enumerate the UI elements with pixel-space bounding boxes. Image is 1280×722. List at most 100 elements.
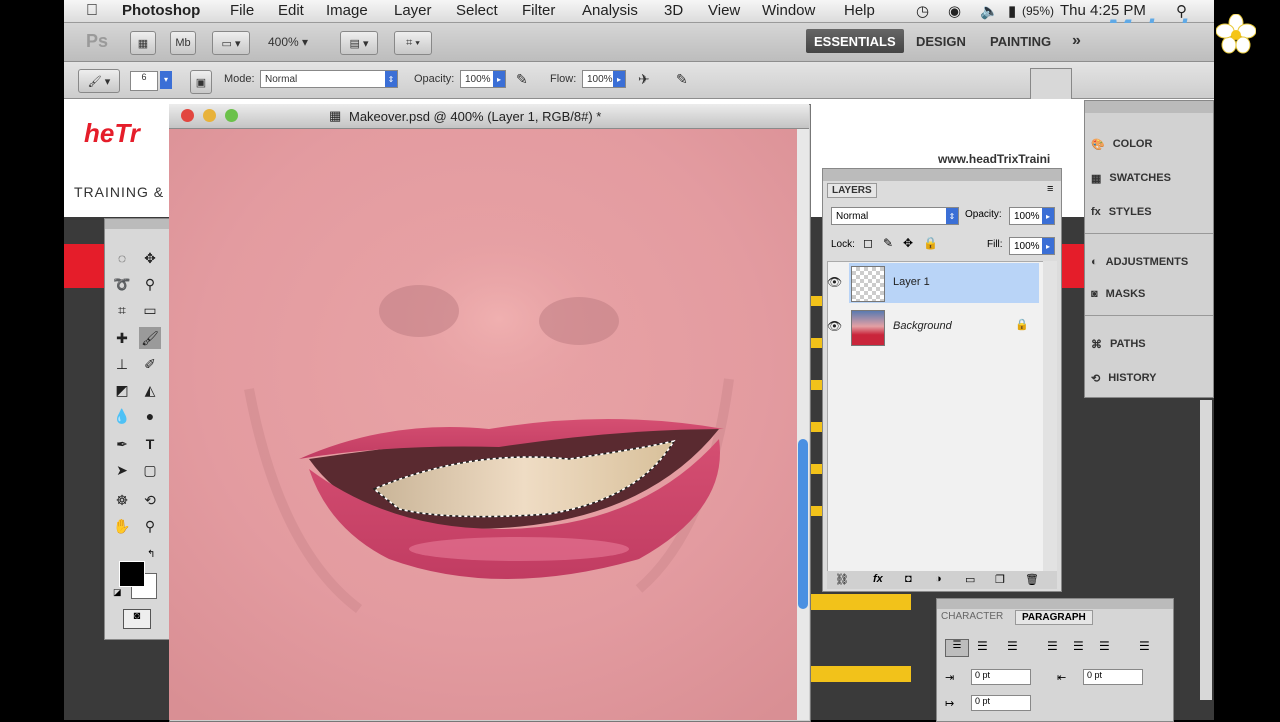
wifi-icon[interactable]: ◉: [948, 2, 961, 20]
move-tool-icon[interactable]: ✥: [139, 247, 161, 269]
menu-select[interactable]: Select: [456, 2, 498, 19]
scrollbar-thumb[interactable]: [798, 439, 808, 609]
minimize-window-button[interactable]: [203, 109, 216, 122]
menu-analysis[interactable]: Analysis: [582, 2, 638, 19]
volume-icon[interactable]: 🔈: [980, 2, 999, 20]
lock-transparent-icon[interactable]: ◻: [863, 236, 873, 250]
panel-paths[interactable]: ⌘ PATHS: [1091, 333, 1146, 355]
default-colors-icon[interactable]: ◪: [113, 587, 122, 598]
panel-adjustments[interactable]: ◐ ADJUSTMENTS: [1091, 251, 1188, 273]
tool-preset-picker[interactable]: 🖌 ▾: [78, 69, 120, 93]
type-tool-icon[interactable]: T: [139, 433, 161, 455]
airbrush-pressure-icon[interactable]: ✎: [516, 71, 528, 88]
layers-scrollbar[interactable]: [1043, 261, 1057, 571]
mode-select[interactable]: Normal ⇕: [260, 70, 398, 88]
quick-selection-tool-icon[interactable]: ⚲: [139, 273, 161, 295]
menu-window[interactable]: Window: [762, 2, 815, 19]
menu-filter[interactable]: Filter: [522, 2, 555, 19]
zoom-window-button[interactable]: [225, 109, 238, 122]
workspace-painting[interactable]: PAINTING: [982, 29, 1059, 53]
link-layers-icon[interactable]: ⛓: [835, 573, 849, 586]
menu-image[interactable]: Image: [326, 2, 368, 19]
panel-swatches[interactable]: ▦ SWATCHES: [1091, 167, 1171, 189]
screen-mode-button[interactable]: ⌗ ▾: [394, 31, 432, 55]
dodge-tool-icon[interactable]: ●: [139, 405, 161, 427]
view-extras-button[interactable]: ▭ ▾: [212, 31, 250, 55]
panel-styles[interactable]: fx STYLES: [1091, 201, 1152, 223]
panel-masks[interactable]: ◙ MASKS: [1091, 283, 1145, 305]
time-machine-icon[interactable]: ◷: [916, 2, 929, 20]
align-center-icon[interactable]: ☰: [977, 639, 988, 653]
blur-tool-icon[interactable]: 💧: [111, 405, 133, 427]
foreground-color-swatch[interactable]: [119, 561, 145, 587]
close-window-button[interactable]: [181, 109, 194, 122]
mini-bridge-button[interactable]: Mb: [170, 31, 196, 55]
pen-tool-icon[interactable]: ✒: [111, 433, 133, 455]
flow-field[interactable]: 100% ▸: [582, 70, 626, 88]
workspace-essentials[interactable]: ESSENTIALS: [806, 29, 904, 53]
3d-rotate-tool-icon[interactable]: ☸: [111, 489, 133, 511]
3d-orbit-tool-icon[interactable]: ⟲: [139, 489, 161, 511]
document-vertical-scrollbar[interactable]: [797, 129, 809, 720]
layer-name[interactable]: Background: [893, 320, 952, 332]
path-selection-tool-icon[interactable]: ➤: [111, 459, 133, 481]
spot-healing-tool-icon[interactable]: ✚: [111, 327, 133, 349]
shape-tool-icon[interactable]: ▢: [139, 459, 161, 481]
brush-size-picker[interactable]: 6: [130, 71, 158, 91]
new-layer-icon[interactable]: ❐: [995, 573, 1005, 586]
document-title-bar[interactable]: ▦ Makeover.psd @ 400% (Layer 1, RGB/8#) …: [169, 104, 809, 129]
paint-bucket-tool-icon[interactable]: ◭: [139, 379, 161, 401]
menu-help[interactable]: Help: [844, 2, 875, 19]
battery-icon[interactable]: ▮: [1008, 2, 1016, 20]
workspace-design[interactable]: DESIGN: [908, 29, 974, 53]
adjustment-layer-icon[interactable]: ◑: [935, 573, 942, 585]
panel-history[interactable]: ⟲ HISTORY: [1091, 367, 1157, 389]
menu-edit[interactable]: Edit: [278, 2, 304, 19]
swap-colors-icon[interactable]: ↰: [147, 549, 155, 560]
clone-stamp-tool-icon[interactable]: ⊥: [111, 353, 133, 375]
lasso-tool-icon[interactable]: ➰: [111, 273, 133, 295]
justify-last-center-icon[interactable]: ☰: [1073, 639, 1084, 653]
layer-row-background[interactable]: 👁 Background 🔒: [827, 307, 1039, 347]
indent-right-field[interactable]: 0 pt: [1083, 669, 1143, 685]
zoom-level-select[interactable]: 400% ▾: [268, 35, 308, 49]
visibility-eye-icon[interactable]: 👁: [827, 319, 842, 333]
indent-first-line-field[interactable]: 0 pt: [971, 695, 1031, 711]
justify-all-icon[interactable]: ☰: [1139, 639, 1150, 653]
layer-opacity-field[interactable]: 100% ▸: [1009, 207, 1055, 225]
menu-3d[interactable]: 3D: [664, 2, 683, 19]
opacity-field[interactable]: 100% ▸: [460, 70, 506, 88]
lock-position-icon[interactable]: ✥: [903, 236, 913, 250]
apple-menu-icon[interactable]: : [86, 2, 98, 20]
layer-row-layer-1[interactable]: 👁 Layer 1: [827, 263, 1039, 303]
layer-name[interactable]: Layer 1: [893, 276, 930, 288]
indent-left-field[interactable]: 0 pt: [971, 669, 1031, 685]
bridge-button[interactable]: ▦: [130, 31, 156, 55]
tab-character[interactable]: CHARACTER: [941, 611, 1003, 622]
layer-style-icon[interactable]: fx: [873, 573, 883, 585]
lock-all-icon[interactable]: 🔒: [923, 236, 938, 250]
lock-pixels-icon[interactable]: ✎: [883, 236, 893, 250]
brush-tool-icon[interactable]: 🖌: [139, 327, 161, 349]
align-right-icon[interactable]: ☰: [1007, 639, 1018, 653]
quick-mask-icon[interactable]: ◙: [123, 609, 151, 629]
align-left-icon[interactable]: ☰: [945, 639, 969, 657]
hand-tool-icon[interactable]: ✋: [111, 515, 133, 537]
crop-tool-icon[interactable]: ⌗: [111, 299, 133, 321]
menu-file[interactable]: File: [230, 2, 254, 19]
more-workspaces-button[interactable]: »: [1064, 29, 1089, 53]
history-brush-tool-icon[interactable]: ✐: [139, 353, 161, 375]
justify-last-right-icon[interactable]: ☰: [1099, 639, 1110, 653]
image-canvas[interactable]: [169, 129, 797, 720]
new-group-icon[interactable]: ▭: [965, 573, 975, 586]
add-mask-icon[interactable]: ◘: [905, 573, 912, 585]
menu-photoshop[interactable]: Photoshop: [122, 2, 200, 19]
eyedropper-tool-icon[interactable]: ▭: [139, 299, 161, 321]
menu-layer[interactable]: Layer: [394, 2, 432, 19]
delete-layer-icon[interactable]: 🗑: [1025, 573, 1039, 586]
justify-last-left-icon[interactable]: ☰: [1047, 639, 1058, 653]
visibility-eye-icon[interactable]: 👁: [827, 275, 842, 289]
tab-layers[interactable]: LAYERS: [827, 183, 877, 198]
brush-picker-arrow-icon[interactable]: ▾: [160, 71, 172, 89]
tablet-pressure-icon[interactable]: ✎: [676, 71, 688, 88]
